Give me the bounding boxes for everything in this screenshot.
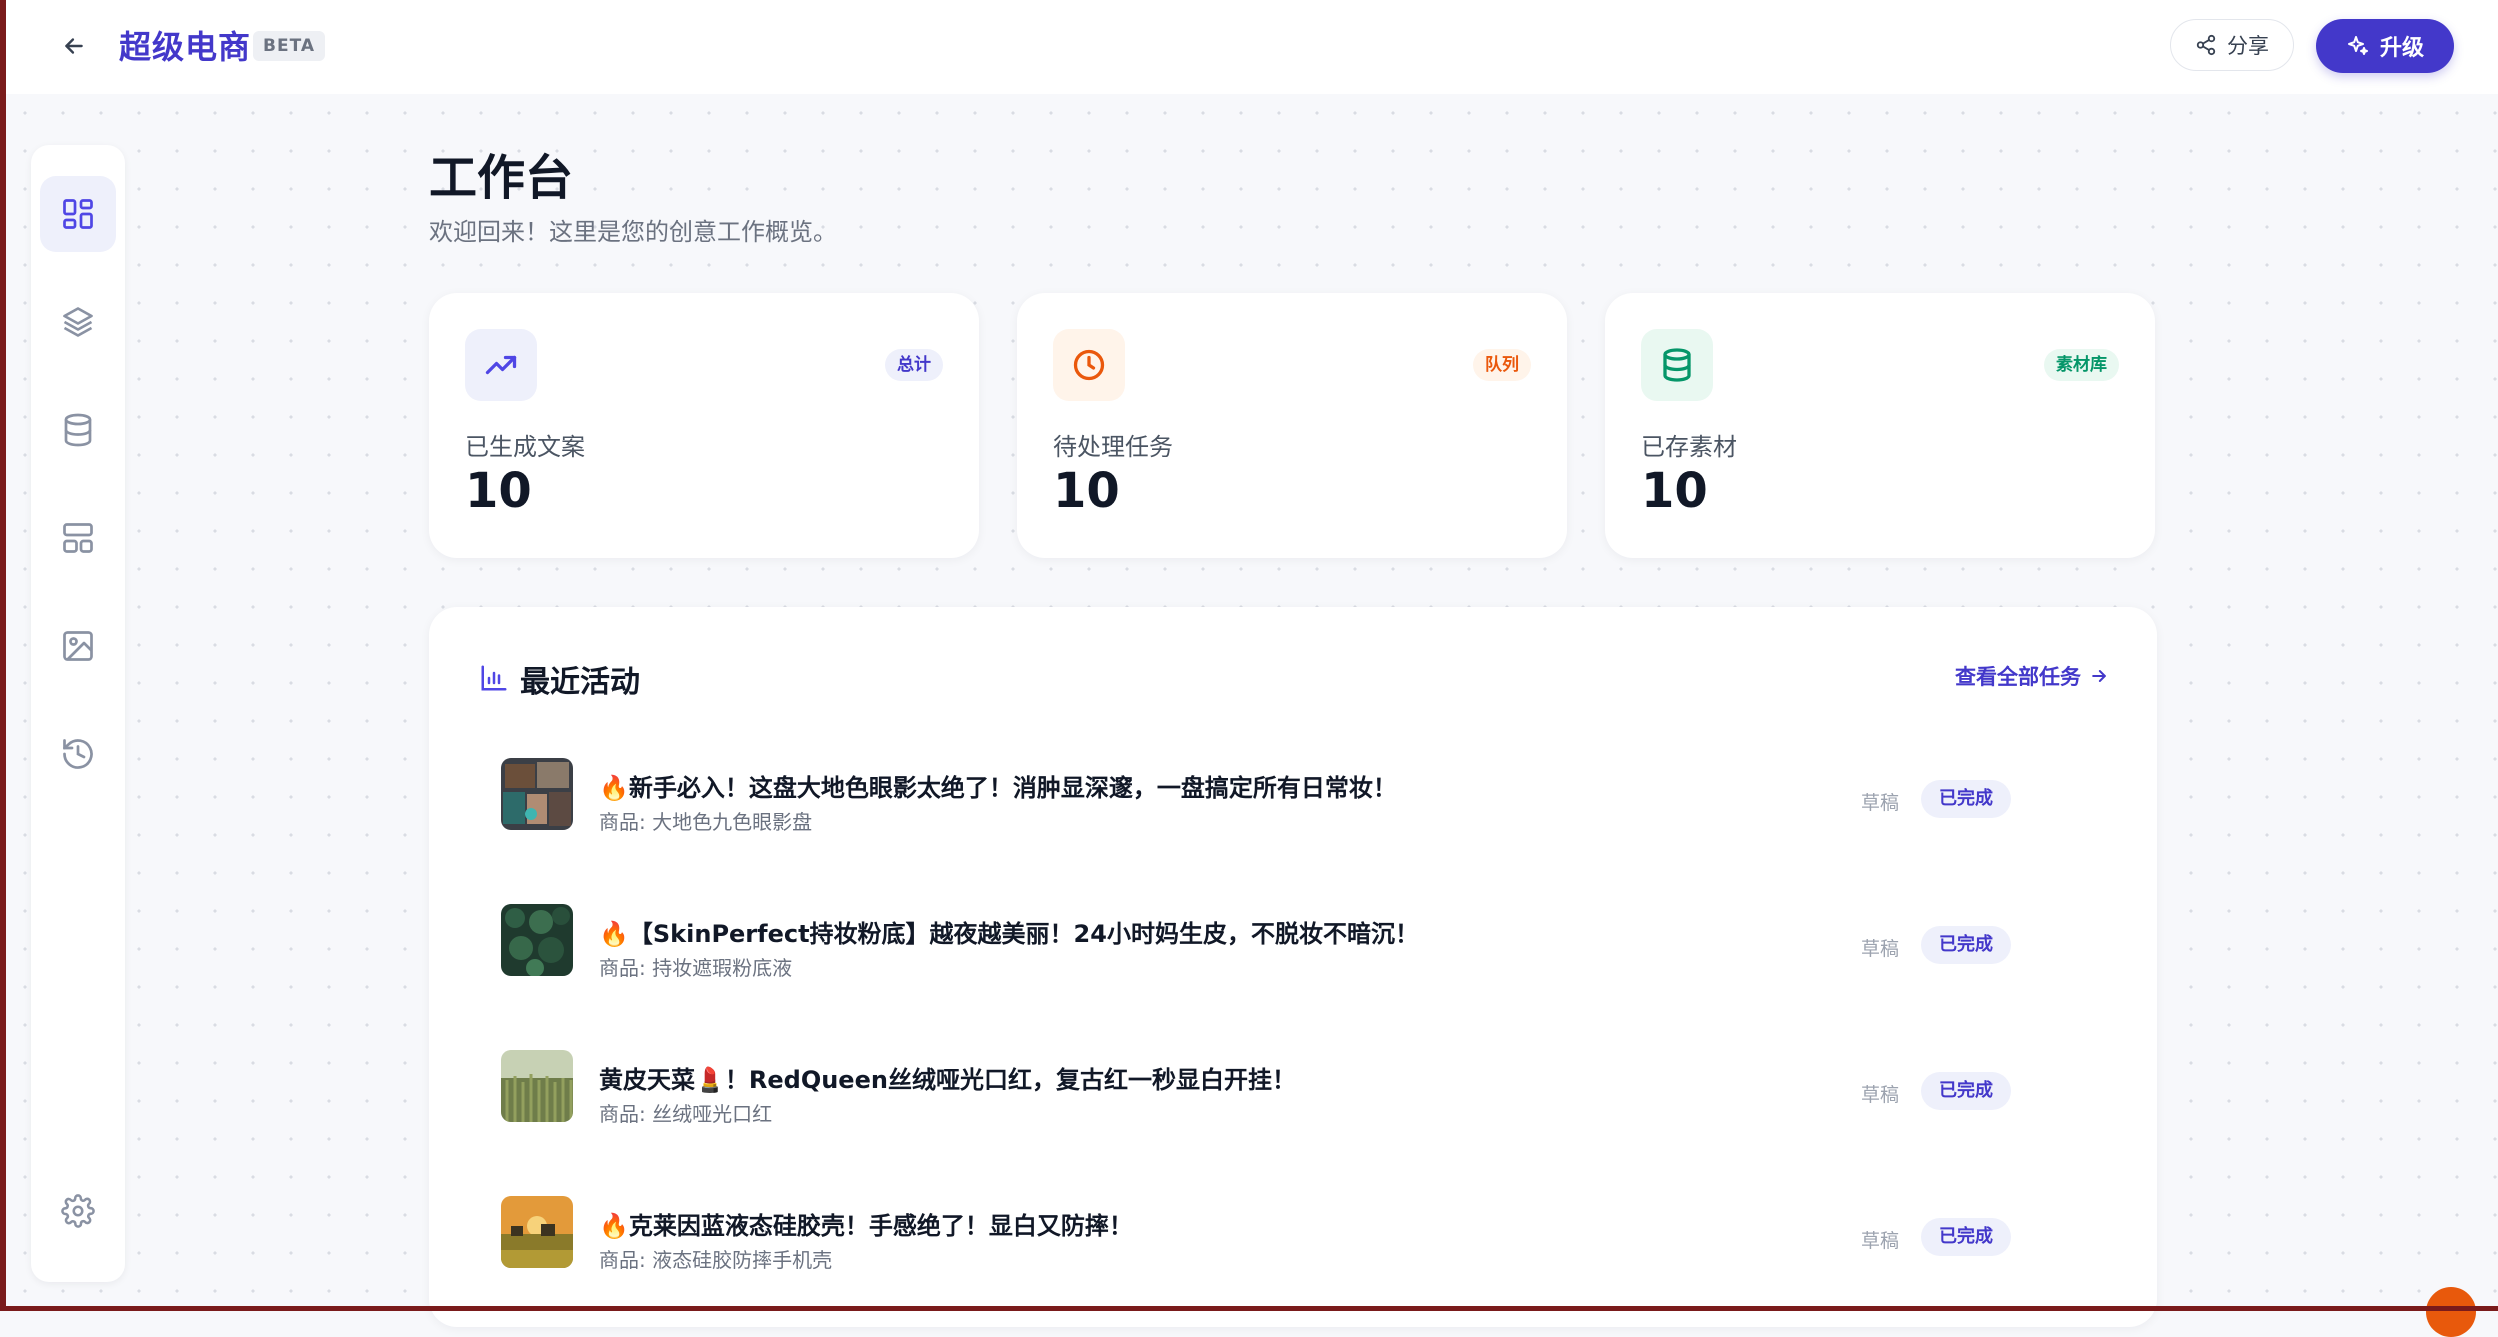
stat-card-generated-copy[interactable]: 总计 已生成文案 10 xyxy=(429,293,979,558)
view-all-label: 查看全部任务 xyxy=(1955,665,2081,689)
stat-label: 待处理任务 xyxy=(1053,433,1173,461)
list-item[interactable]: 黄皮天菜💄！RedQueen丝绒哑光口红，复古红一秒显白开挂！ 商品: 丝绒哑光… xyxy=(501,1020,2101,1130)
stat-card-pending-tasks[interactable]: 队列 待处理任务 10 xyxy=(1017,293,1567,558)
sidebar-item-settings[interactable] xyxy=(40,1173,116,1249)
draft-label: 草稿 xyxy=(1861,938,1900,960)
dashboard-icon xyxy=(63,199,93,229)
top-bar: 超级电商 BETA 分享 升级 xyxy=(6,0,2498,94)
list-item[interactable]: 🔥克莱因蓝液态硅胶壳！手感绝了！显白又防摔！ 商品: 液态硅胶防摔手机壳 草稿 … xyxy=(501,1166,2101,1276)
list-item-product: 商品: 持妆遮瑕粉底液 xyxy=(599,956,793,980)
page-subtitle: 欢迎回来！这里是您的创意工作概览。 xyxy=(429,218,837,246)
section-title: 最近活动 xyxy=(520,665,640,700)
list-item[interactable]: 🔥【SkinPerfect持妆粉底】越夜越美丽！24小时妈生皮，不脱妆不暗沉！ … xyxy=(501,874,2101,984)
list-item-title: 黄皮天菜💄！RedQueen丝绒哑光口红，复古红一秒显白开挂！ xyxy=(599,1066,1296,1094)
stat-label: 已存素材 xyxy=(1641,433,1737,461)
stat-card-saved-assets[interactable]: 素材库 已存素材 10 xyxy=(1605,293,2155,558)
gear-icon xyxy=(61,1194,95,1228)
floating-action-button[interactable] xyxy=(2426,1287,2476,1337)
share-button[interactable]: 分享 xyxy=(2170,19,2294,71)
status-badge: 已完成 xyxy=(1921,926,2011,964)
sidebar xyxy=(31,145,125,1282)
recent-activity-panel: 最近活动 查看全部任务 🔥新手必入！这盘大地色眼影太绝了！消肿显深邃，一盘搞定所… xyxy=(429,607,2157,1327)
database-icon xyxy=(64,413,92,447)
layout-icon xyxy=(63,523,93,553)
status-badge: 已完成 xyxy=(1921,1072,2011,1110)
sidebar-item-layers[interactable] xyxy=(40,284,116,360)
list-item-product: 商品: 丝绒哑光口红 xyxy=(599,1102,773,1126)
list-item-title: 🔥【SkinPerfect持妆粉底】越夜越美丽！24小时妈生皮，不脱妆不暗沉！ xyxy=(599,920,1419,948)
share-label: 分享 xyxy=(2227,34,2269,58)
share-icon xyxy=(2196,34,2216,56)
product-thumbnail xyxy=(501,904,573,976)
view-all-tasks-link[interactable]: 查看全部任务 xyxy=(1955,661,2109,691)
upgrade-button[interactable]: 升级 xyxy=(2316,19,2454,73)
status-badge: 已完成 xyxy=(1921,1218,2011,1256)
sidebar-item-database[interactable] xyxy=(40,392,116,468)
stat-tag: 队列 xyxy=(1473,349,1531,381)
stat-value: 10 xyxy=(465,463,532,519)
stat-tag: 素材库 xyxy=(2044,349,2119,381)
upgrade-label: 升级 xyxy=(2379,36,2424,61)
history-icon xyxy=(63,739,93,769)
draft-label: 草稿 xyxy=(1861,1084,1900,1106)
clock-icon xyxy=(1073,349,1105,381)
product-thumbnail xyxy=(501,1196,573,1268)
trend-up-icon xyxy=(485,355,517,375)
list-item-title: 🔥克莱因蓝液态硅胶壳！手感绝了！显白又防摔！ xyxy=(599,1212,1133,1240)
draft-label: 草稿 xyxy=(1861,1230,1900,1252)
window-frame-bottom xyxy=(0,1306,2498,1311)
sidebar-item-layout[interactable] xyxy=(40,500,116,576)
image-icon xyxy=(63,631,93,661)
arrow-right-icon xyxy=(2092,670,2106,682)
status-badge: 已完成 xyxy=(1921,780,2011,818)
sidebar-item-dashboard[interactable] xyxy=(40,176,116,252)
stat-tag: 总计 xyxy=(885,349,943,381)
product-thumbnail xyxy=(501,1050,573,1122)
brand-title[interactable]: 超级电商 xyxy=(119,22,251,68)
sidebar-item-images[interactable] xyxy=(40,608,116,684)
sidebar-item-history[interactable] xyxy=(40,716,116,792)
arrow-left-icon xyxy=(65,38,83,54)
stat-value: 10 xyxy=(1641,463,1708,519)
list-item-product: 商品: 大地色九色眼影盘 xyxy=(599,810,813,834)
stat-icon-box xyxy=(1641,329,1713,401)
product-thumbnail xyxy=(501,758,573,830)
page-title: 工作台 xyxy=(429,150,574,206)
list-item-product: 商品: 液态硅胶防摔手机壳 xyxy=(599,1248,833,1272)
stat-icon-box xyxy=(465,329,537,401)
stat-icon-box xyxy=(1053,329,1125,401)
back-button[interactable] xyxy=(54,26,94,66)
draft-label: 草稿 xyxy=(1861,792,1900,814)
layers-icon xyxy=(63,307,93,337)
bar-chart-icon xyxy=(481,665,507,691)
stat-label: 已生成文案 xyxy=(465,433,585,461)
list-item-title: 🔥新手必入！这盘大地色眼影太绝了！消肿显深邃，一盘搞定所有日常妆！ xyxy=(599,774,1397,802)
beta-badge: BETA xyxy=(253,31,326,61)
database-icon xyxy=(1663,348,1691,382)
sparkles-icon xyxy=(2347,36,2368,55)
list-item[interactable]: 🔥新手必入！这盘大地色眼影太绝了！消肿显深邃，一盘搞定所有日常妆！ 商品: 大地… xyxy=(501,728,2101,838)
stat-value: 10 xyxy=(1053,463,1120,519)
